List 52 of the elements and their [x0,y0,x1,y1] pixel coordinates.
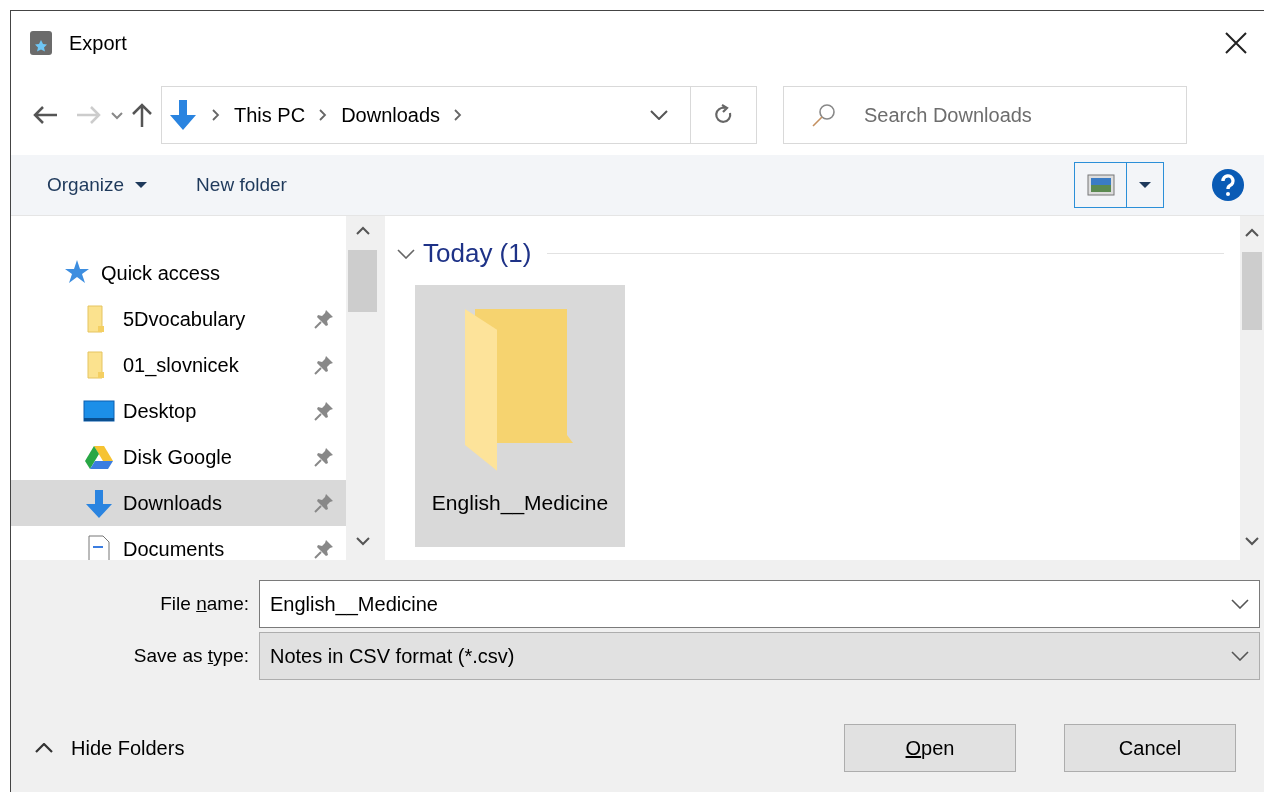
file-type-dropdown[interactable]: Notes in CSV format (*.csv) [259,632,1260,680]
chevron-down-icon [1231,599,1249,609]
organize-menu[interactable]: Organize [47,166,149,204]
back-arrow-icon[interactable] [32,105,58,125]
scroll-up-icon [356,226,370,235]
chevron-down-icon [650,110,668,120]
hide-folders-button[interactable]: Hide Folders [35,733,185,763]
address-bar[interactable]: This PC Downloads [161,86,757,144]
picture-icon [1086,174,1115,196]
chevron-right-icon [319,109,328,121]
scrollbar-thumb[interactable] [348,250,377,312]
breadcrumb-item[interactable]: This PC [234,100,306,130]
scrollbar-thumb[interactable] [1242,252,1262,330]
caret-down-icon [134,181,149,189]
sidebar-item[interactable]: Documents [11,526,346,560]
close-icon [1224,31,1248,56]
app-icon [29,30,53,56]
chevron-up-icon [35,743,53,753]
refresh-icon [713,104,734,126]
scroll-down-icon [356,537,370,546]
folder-item[interactable]: English__Medicine [415,285,625,547]
folder-icon [465,309,575,473]
sidebar-item[interactable]: Downloads [11,480,346,526]
download-arrow-icon [168,99,198,131]
file-name-field[interactable]: English__Medicine [259,580,1260,628]
download-arrow-icon [83,488,115,518]
sidebar-item[interactable]: Quick access [11,250,346,296]
breadcrumb-item[interactable]: Downloads [341,100,441,130]
chevron-down-icon[interactable] [111,111,123,120]
new-folder-button[interactable]: New folder [196,166,287,204]
scroll-up-icon [1245,228,1259,237]
search-icon [811,103,837,127]
search-field[interactable]: Search Downloads [783,86,1187,144]
cancel-button[interactable]: Cancel [1064,724,1236,772]
scroll-down-icon [1245,537,1259,546]
caret-down-icon [1138,181,1152,189]
sidebar-item[interactable]: 01_slovnicek [11,342,346,388]
chevron-right-icon [454,109,463,121]
group-header[interactable]: Today (1) [423,234,532,273]
window-title: Export [69,31,127,56]
chevron-down-icon [1231,651,1249,661]
sidebar-item[interactable]: 5Dvocabulary [11,296,346,342]
sidebar-item[interactable]: Desktop [11,388,346,434]
sidebar-item[interactable]: Disk Google [11,434,346,480]
field-label: Save as type: [132,643,250,668]
open-button[interactable]: Open [844,724,1016,772]
field-label: File name: [159,591,250,616]
help-button[interactable] [1212,169,1244,201]
view-options-button[interactable] [1074,162,1164,208]
chevron-right-icon [212,109,220,121]
up-arrow-icon[interactable] [131,102,153,128]
chevron-down-icon [397,248,415,259]
